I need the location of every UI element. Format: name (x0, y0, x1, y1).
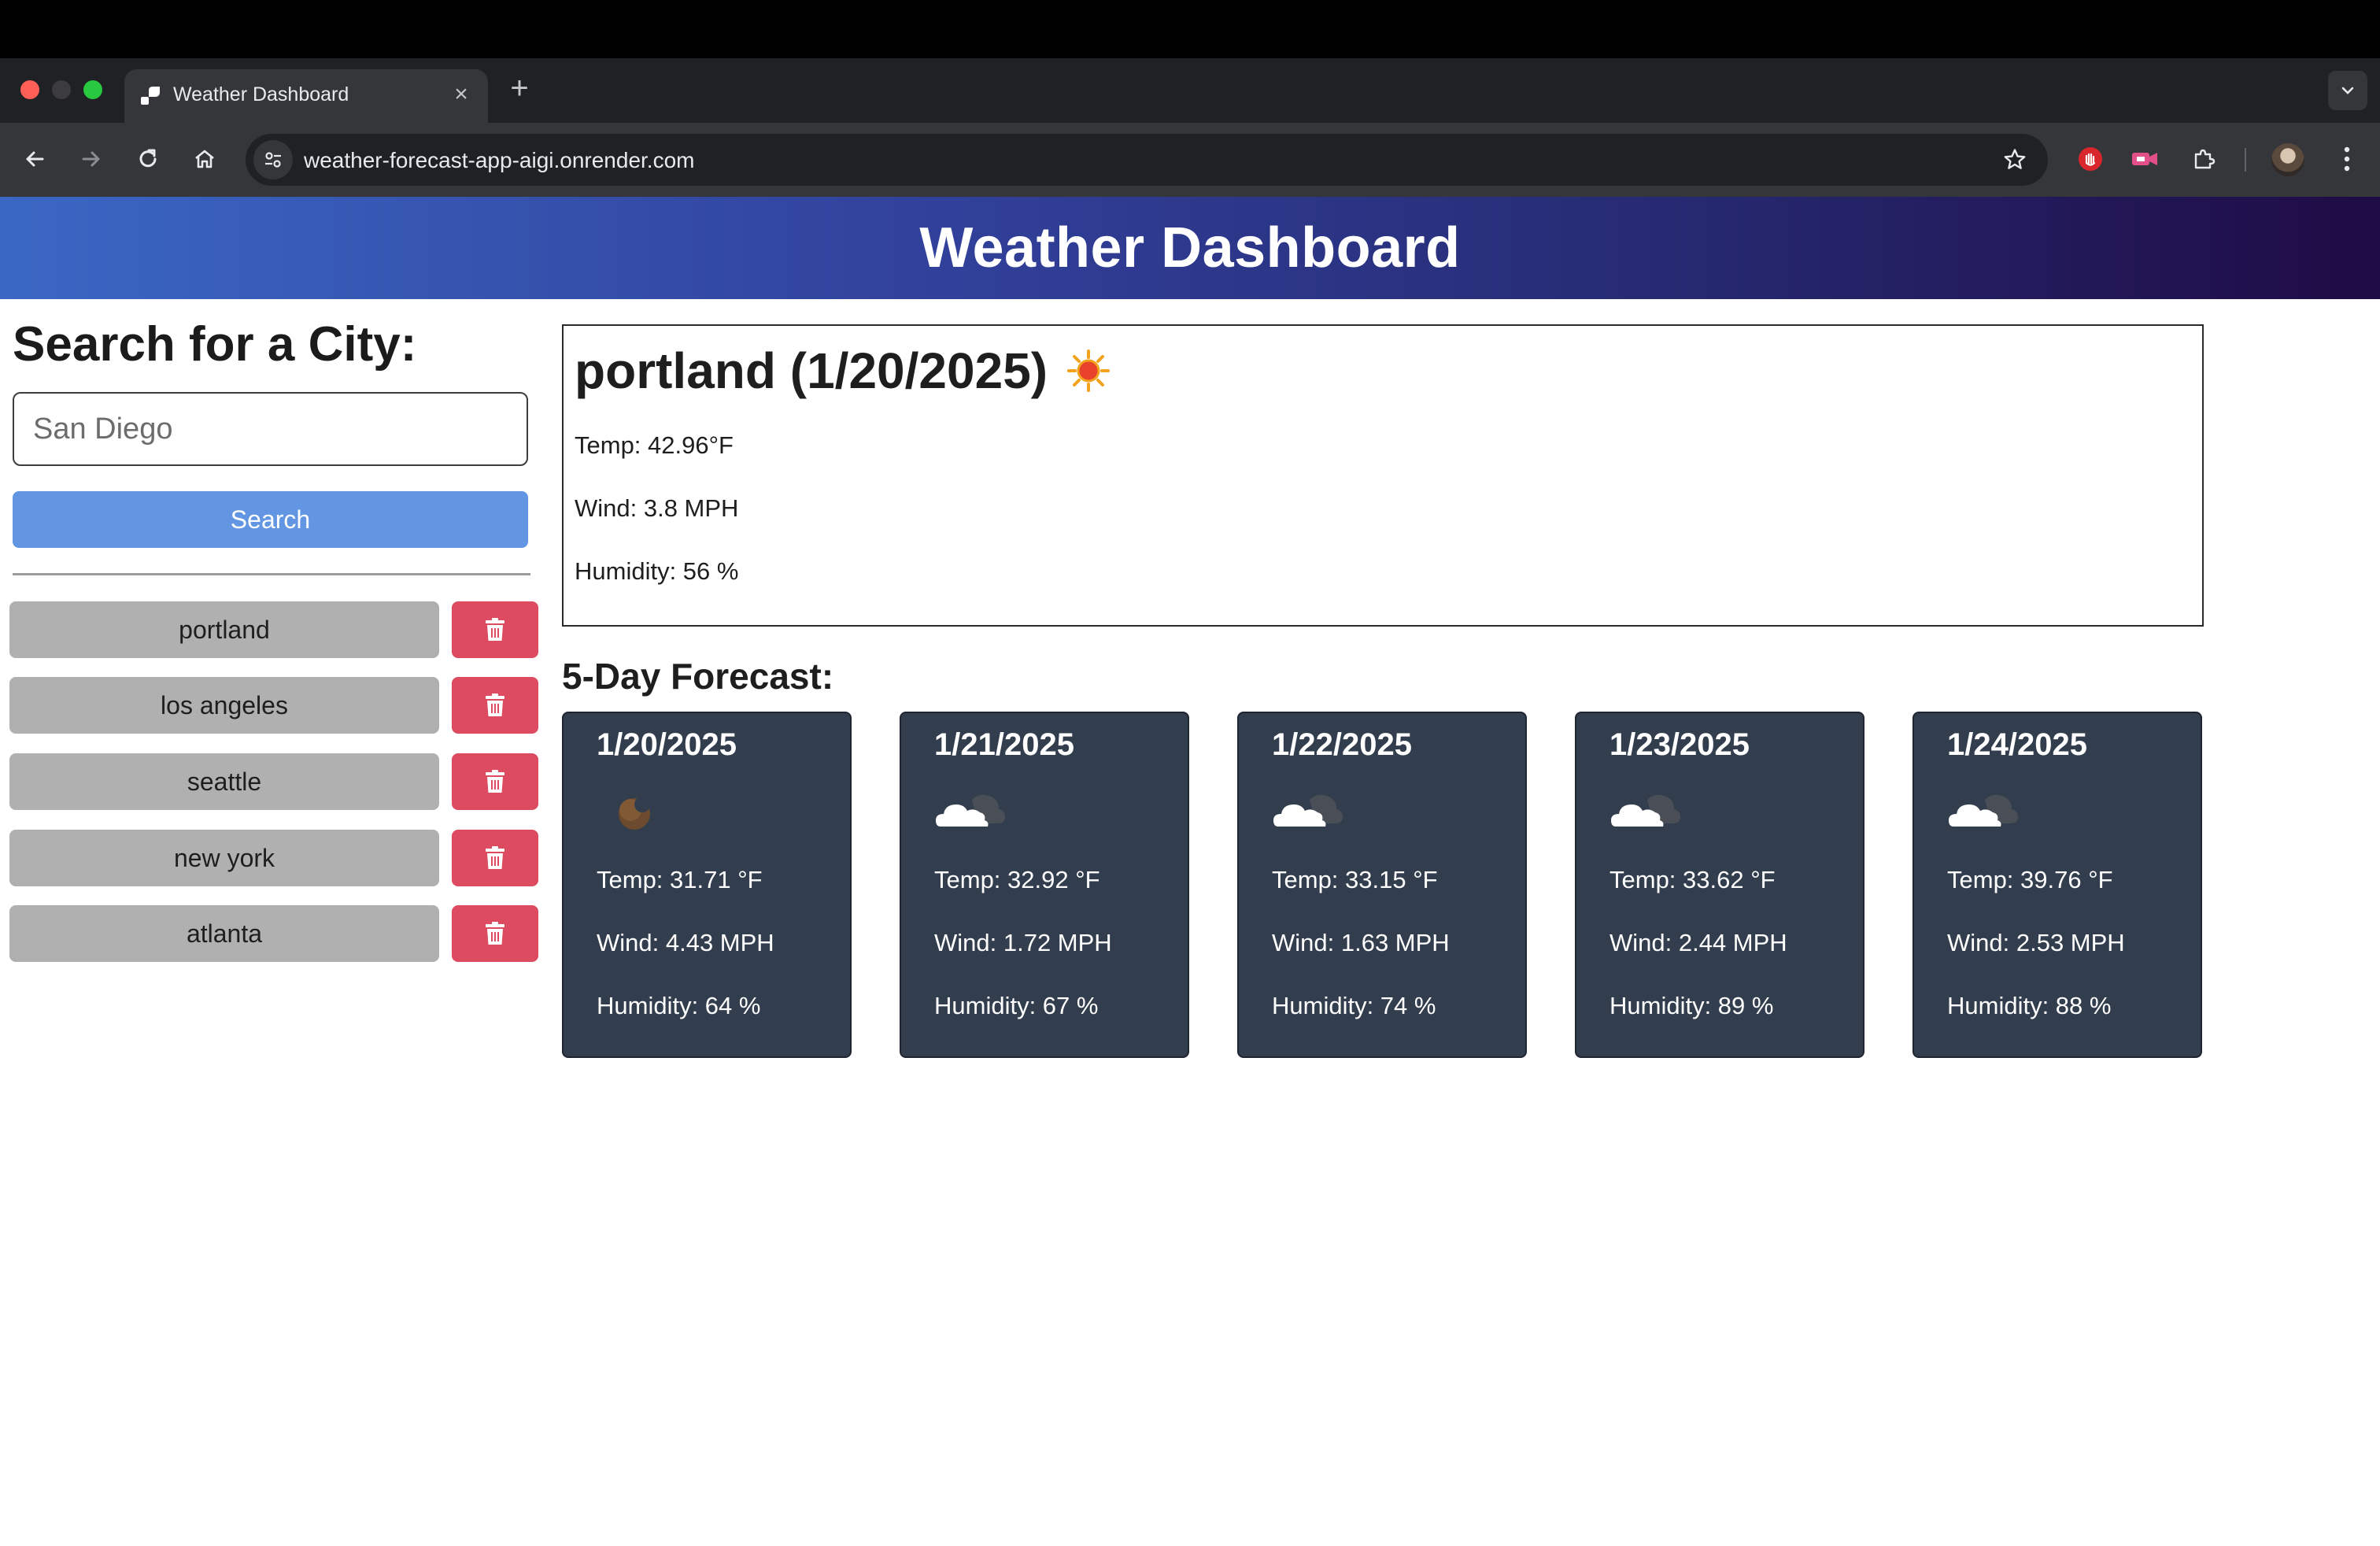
delete-history-button[interactable] (452, 601, 538, 658)
forecast-card: 1/22/2025 Temp: 33.15 °F Wind: 1.63 MPH … (1237, 712, 1527, 1058)
browser-tab-active[interactable]: Weather Dashboard × (124, 69, 488, 123)
history-city-button[interactable]: atlanta (9, 905, 439, 962)
extension-stop-icon[interactable] (2070, 139, 2111, 179)
forecast-date: 1/23/2025 (1609, 727, 1750, 762)
cloud-night-icon (936, 794, 1005, 827)
forecast-wind: Wind: 2.53 MPH (1947, 929, 2125, 956)
window-minimize-button[interactable] (52, 80, 71, 99)
cloud-night-icon (1949, 794, 2018, 827)
current-weather-card: portland (1/20/2025) Temp: 42.96°F Wind:… (562, 324, 2204, 627)
forecast-heading: 5-Day Forecast: (562, 656, 834, 697)
search-heading: Search for a City: (13, 317, 417, 372)
trash-icon (486, 922, 504, 945)
forecast-humidity: Humidity: 64 % (597, 992, 761, 1019)
address-url: weather-forecast-app-aigi.onrender.com (304, 148, 695, 172)
tab-search-chevron-icon[interactable] (2328, 71, 2367, 110)
macos-menu-bar (0, 0, 2380, 58)
forecast-temp: Temp: 33.15 °F (1272, 866, 1438, 893)
search-button[interactable]: Search (13, 491, 528, 548)
forecast-date: 1/22/2025 (1272, 727, 1412, 762)
city-search-input[interactable] (13, 392, 528, 466)
moon-icon (619, 797, 650, 830)
forecast-date: 1/24/2025 (1947, 727, 2087, 762)
trash-icon (486, 693, 504, 716)
cloud-night-icon (1273, 794, 1343, 827)
current-weather-heading: portland (1/20/2025) (575, 342, 1111, 400)
browser-toolbar: weather-forecast-app-aigi.onrender.com (0, 123, 2380, 197)
address-bar[interactable]: weather-forecast-app-aigi.onrender.com (246, 134, 2048, 186)
tab-close-icon[interactable]: × (447, 80, 475, 109)
delete-history-button[interactable] (452, 830, 538, 886)
web-page: Weather Dashboard Search for a City: Sea… (0, 197, 2380, 1546)
history-city-button[interactable]: portland (9, 601, 439, 658)
current-temp: Temp: 42.96°F (575, 431, 734, 459)
new-tab-icon[interactable]: + (504, 72, 535, 104)
delete-history-button[interactable] (452, 677, 538, 734)
current-humidity: Humidity: 56 % (575, 557, 739, 585)
forecast-humidity: Humidity: 67 % (934, 992, 1099, 1019)
forecast-wind: Wind: 2.44 MPH (1609, 929, 1787, 956)
browser-menu-icon[interactable] (2330, 139, 2364, 179)
history-city-button[interactable]: seattle (9, 753, 439, 810)
forward-arrow-icon[interactable] (71, 139, 112, 179)
history-city-button[interactable]: los angeles (9, 677, 439, 734)
forecast-humidity: Humidity: 88 % (1947, 992, 2112, 1019)
tab-title: Weather Dashboard (173, 83, 349, 105)
window-zoom-button[interactable] (83, 80, 102, 99)
current-wind: Wind: 3.8 MPH (575, 494, 739, 522)
bookmark-star-icon[interactable] (1999, 144, 2031, 176)
delete-history-button[interactable] (452, 753, 538, 810)
sun-icon (1067, 350, 1111, 392)
extension-video-icon[interactable] (2125, 139, 2166, 179)
history-item: portland (9, 601, 538, 658)
forecast-wind: Wind: 1.72 MPH (934, 929, 1112, 956)
forecast-card: 1/23/2025 Temp: 33.62 °F Wind: 2.44 MPH … (1575, 712, 1864, 1058)
history-item: atlanta (9, 905, 538, 962)
forecast-wind: Wind: 1.63 MPH (1272, 929, 1450, 956)
forecast-temp: Temp: 33.62 °F (1609, 866, 1776, 893)
forecast-card: 1/21/2025 Temp: 32.92 °F Wind: 1.72 MPH … (900, 712, 1189, 1058)
forecast-date: 1/21/2025 (934, 727, 1074, 762)
reload-icon[interactable] (128, 139, 168, 179)
forecast-humidity: Humidity: 74 % (1272, 992, 1436, 1019)
current-city-date: portland (1/20/2025) (575, 342, 1048, 399)
page-header: Weather Dashboard (0, 197, 2380, 299)
trash-icon (486, 618, 504, 641)
profile-avatar[interactable] (2271, 143, 2304, 176)
window-close-button[interactable] (20, 80, 39, 99)
history-city-button[interactable]: new york (9, 830, 439, 886)
extensions-puzzle-icon[interactable] (2183, 139, 2224, 179)
forecast-card: 1/24/2025 Temp: 39.76 °F Wind: 2.53 MPH … (1913, 712, 2202, 1058)
favicon-icon (137, 83, 164, 109)
forecast-temp: Temp: 32.92 °F (934, 866, 1100, 893)
history-item: new york (9, 830, 538, 886)
forecast-date: 1/20/2025 (597, 727, 737, 762)
page-title: Weather Dashboard (919, 216, 1461, 279)
trash-icon (486, 770, 504, 793)
site-info-icon[interactable] (253, 140, 293, 179)
forecast-card: 1/20/2025 Temp: 31.71 °F Wind: 4.43 MPH … (562, 712, 852, 1058)
forecast-temp: Temp: 39.76 °F (1947, 866, 2113, 893)
sidebar-divider (13, 573, 530, 575)
history-item: los angeles (9, 677, 538, 734)
forecast-temp: Temp: 31.71 °F (597, 866, 763, 893)
forecast-humidity: Humidity: 89 % (1609, 992, 1774, 1019)
home-icon[interactable] (184, 139, 225, 179)
history-item: seattle (9, 753, 538, 810)
delete-history-button[interactable] (452, 905, 538, 962)
back-arrow-icon[interactable] (14, 139, 55, 179)
trash-icon (486, 846, 504, 869)
forecast-wind: Wind: 4.43 MPH (597, 929, 774, 956)
toolbar-divider (2245, 148, 2246, 172)
cloud-night-icon (1611, 794, 1680, 827)
